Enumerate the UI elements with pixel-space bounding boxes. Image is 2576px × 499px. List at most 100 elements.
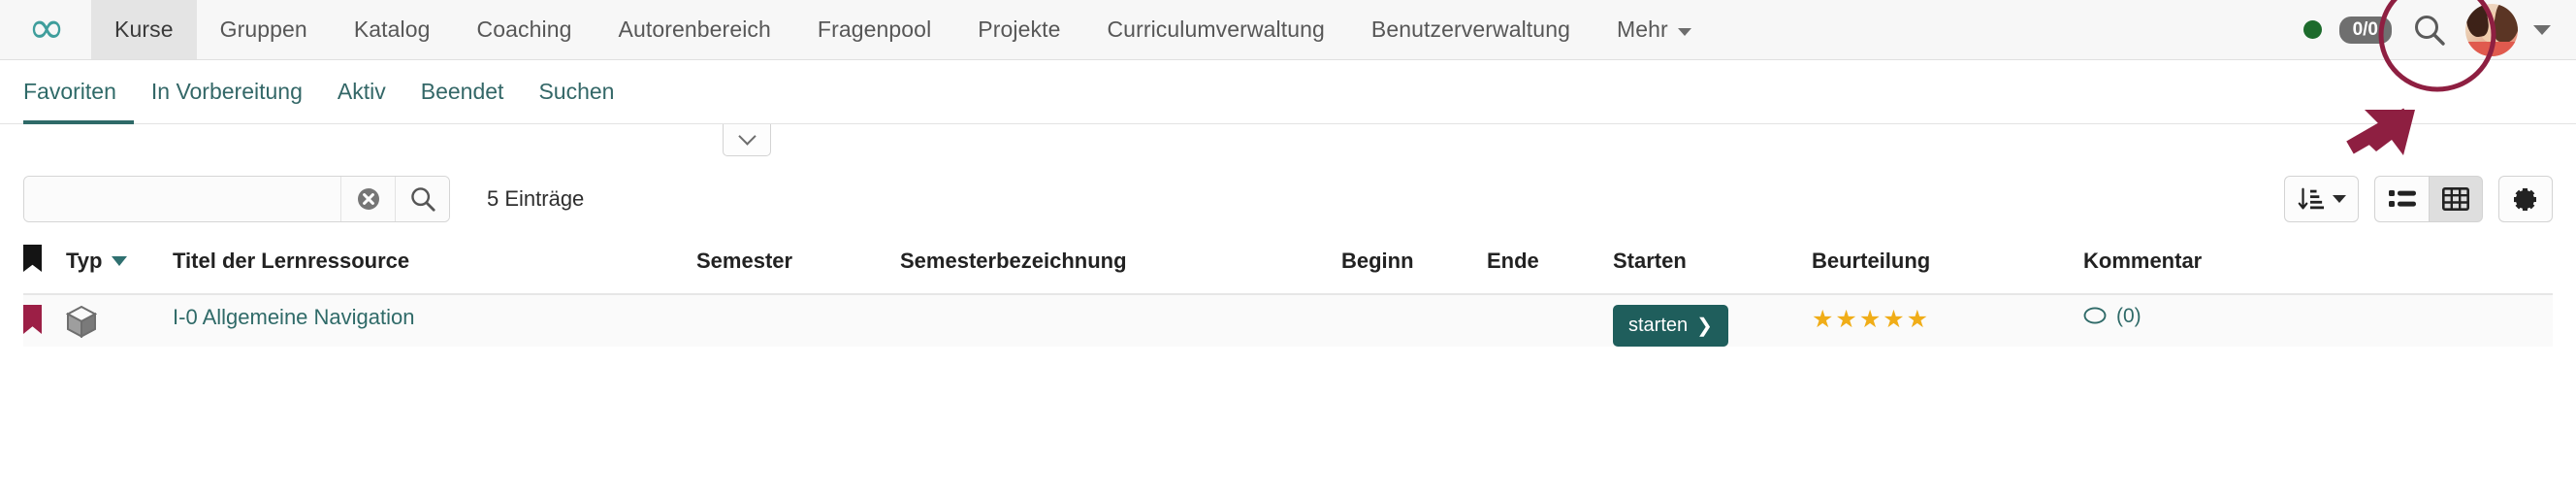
column-label: Semesterbezeichnung (900, 249, 1127, 273)
column-header-bookmark[interactable] (23, 231, 66, 295)
nav-item-label: Projekte (978, 17, 1061, 42)
cell-bookmark[interactable] (23, 294, 66, 347)
user-menu-chevron-down-icon[interactable] (2533, 24, 2551, 35)
cell-titel[interactable]: I-0 Allgemeine Navigation (173, 294, 696, 347)
chevron-down-icon (2333, 195, 2346, 203)
tab-label: Beendet (420, 79, 504, 104)
tab-favoriten[interactable]: Favoriten (23, 79, 134, 124)
column-header-semesterbezeichnung[interactable]: Semesterbezeichnung (900, 231, 1341, 295)
nav-item-gruppen[interactable]: Gruppen (197, 0, 331, 59)
start-button-label: starten (1628, 315, 1689, 336)
course-filter-tabs: Favoriten In Vorbereitung Aktiv Beendet … (0, 60, 2576, 124)
collapse-row (0, 124, 2576, 167)
column-header-kommentar[interactable]: Kommentar (2083, 231, 2553, 295)
column-header-beginn[interactable]: Beginn (1341, 231, 1487, 295)
nav-item-label: Mehr (1616, 17, 1668, 42)
avatar[interactable] (2465, 3, 2518, 56)
nav-item-label: Fragenpool (817, 17, 932, 42)
column-label: Typ (66, 249, 103, 273)
cell-starten[interactable]: starten ❯ (1613, 294, 1812, 347)
settings-button[interactable] (2498, 176, 2553, 222)
column-header-beurteilung[interactable]: Beurteilung (1812, 231, 2083, 295)
comment-bubble-icon (2083, 307, 2107, 324)
column-label: Beurteilung (1812, 249, 1931, 273)
bookmark-flag-icon[interactable] (23, 305, 42, 334)
app-logo[interactable]: ∞ (0, 0, 91, 59)
tab-label: Favoriten (23, 79, 116, 104)
course-table-container: Typ Titel der Lernressource Semester Sem… (0, 231, 2576, 347)
chevron-right-icon: ❯ (1696, 316, 1713, 337)
tab-label: In Vorbereitung (150, 79, 303, 104)
cell-beginn (1341, 294, 1487, 347)
clear-search-button[interactable] (340, 177, 395, 221)
nav-item-fragenpool[interactable]: Fragenpool (794, 0, 954, 59)
column-label: Titel der Lernressource (173, 249, 410, 273)
cell-semesterbezeichnung (900, 294, 1341, 347)
online-status-dot (2302, 20, 2322, 39)
cell-ende (1487, 294, 1613, 347)
sort-button[interactable] (2284, 176, 2359, 222)
list-toolbar: 5 Einträge (0, 167, 2576, 231)
course-cube-icon (66, 305, 98, 339)
nav-item-label: Kurse (114, 17, 174, 42)
cell-semester (696, 294, 900, 347)
chevron-down-icon (737, 126, 757, 146)
table-header-row: Typ Titel der Lernressource Semester Sem… (23, 231, 2553, 295)
cell-kommentar[interactable]: (0) (2083, 294, 2553, 347)
cell-typ (66, 294, 173, 347)
comment-count: (0) (2116, 305, 2141, 327)
nav-item-projekte[interactable]: Projekte (954, 0, 1083, 59)
avatar-shirt (2465, 41, 2518, 56)
main-nav-items: Kurse Gruppen Katalog Coaching Autorenbe… (91, 0, 1715, 59)
table-body: I-0 Allgemeine Navigation starten ❯ ★★★★… (23, 294, 2553, 347)
collapse-toggle-button[interactable] (723, 124, 771, 156)
tab-label: Aktiv (337, 79, 386, 104)
column-header-titel[interactable]: Titel der Lernressource (173, 231, 696, 295)
nav-item-label: Benutzerverwaltung (1370, 17, 1570, 42)
nav-item-mehr[interactable]: Mehr (1594, 0, 1715, 59)
top-navigation-bar: ∞ Kurse Gruppen Katalog Coaching Autoren… (0, 0, 2576, 60)
header-actions: 0/0 (2302, 0, 2576, 59)
tab-suchen[interactable]: Suchen (521, 79, 631, 124)
search-field-group (23, 176, 450, 222)
start-course-button[interactable]: starten ❯ (1613, 305, 1728, 347)
column-label: Beginn (1341, 249, 1414, 273)
tab-in-vorbereitung[interactable]: In Vorbereitung (134, 79, 320, 124)
nav-item-kurse[interactable]: Kurse (91, 0, 197, 59)
column-label: Kommentar (2083, 249, 2203, 273)
column-header-starten[interactable]: Starten (1613, 231, 1812, 295)
column-header-typ[interactable]: Typ (66, 231, 173, 295)
nav-item-curriculumverwaltung[interactable]: Curriculumverwaltung (1083, 0, 1347, 59)
column-header-semester[interactable]: Semester (696, 231, 900, 295)
column-label: Semester (696, 249, 793, 273)
table-header: Typ Titel der Lernressource Semester Sem… (23, 231, 2553, 295)
list-view-button[interactable] (2374, 176, 2429, 222)
view-mode-group (2374, 176, 2483, 222)
table-view-button[interactable] (2429, 176, 2483, 222)
avatar-hair-left (2465, 3, 2491, 38)
nav-item-label: Autorenbereich (618, 17, 771, 42)
nav-item-katalog[interactable]: Katalog (331, 0, 454, 59)
nav-item-label: Gruppen (219, 17, 307, 42)
search-input[interactable] (24, 177, 340, 221)
tab-label: Suchen (538, 79, 615, 104)
nav-item-coaching[interactable]: Coaching (454, 0, 596, 59)
column-label: Starten (1613, 249, 1687, 273)
tab-aktiv[interactable]: Aktiv (320, 79, 403, 124)
column-header-ende[interactable]: Ende (1487, 231, 1613, 295)
chevron-down-icon (1677, 27, 1691, 36)
nav-item-autorenbereich[interactable]: Autorenbereich (596, 0, 794, 59)
tab-beendet[interactable]: Beendet (403, 79, 522, 124)
sort-caret-icon (112, 256, 128, 266)
nav-item-label: Curriculumverwaltung (1107, 17, 1325, 42)
column-label: Ende (1487, 249, 1539, 273)
course-title-link[interactable]: I-0 Allgemeine Navigation (173, 305, 414, 329)
rating-stars[interactable]: ★★★★★ (1812, 306, 1930, 333)
cell-beurteilung[interactable]: ★★★★★ (1812, 294, 2083, 347)
search-icon[interactable] (2413, 14, 2446, 47)
submit-search-button[interactable] (395, 177, 449, 221)
nav-item-benutzerverwaltung[interactable]: Benutzerverwaltung (1348, 0, 1594, 59)
notification-counter-badge[interactable]: 0/0 (2338, 16, 2392, 44)
entries-count-label: 5 Einträge (487, 186, 585, 211)
table-row[interactable]: I-0 Allgemeine Navigation starten ❯ ★★★★… (23, 294, 2553, 347)
